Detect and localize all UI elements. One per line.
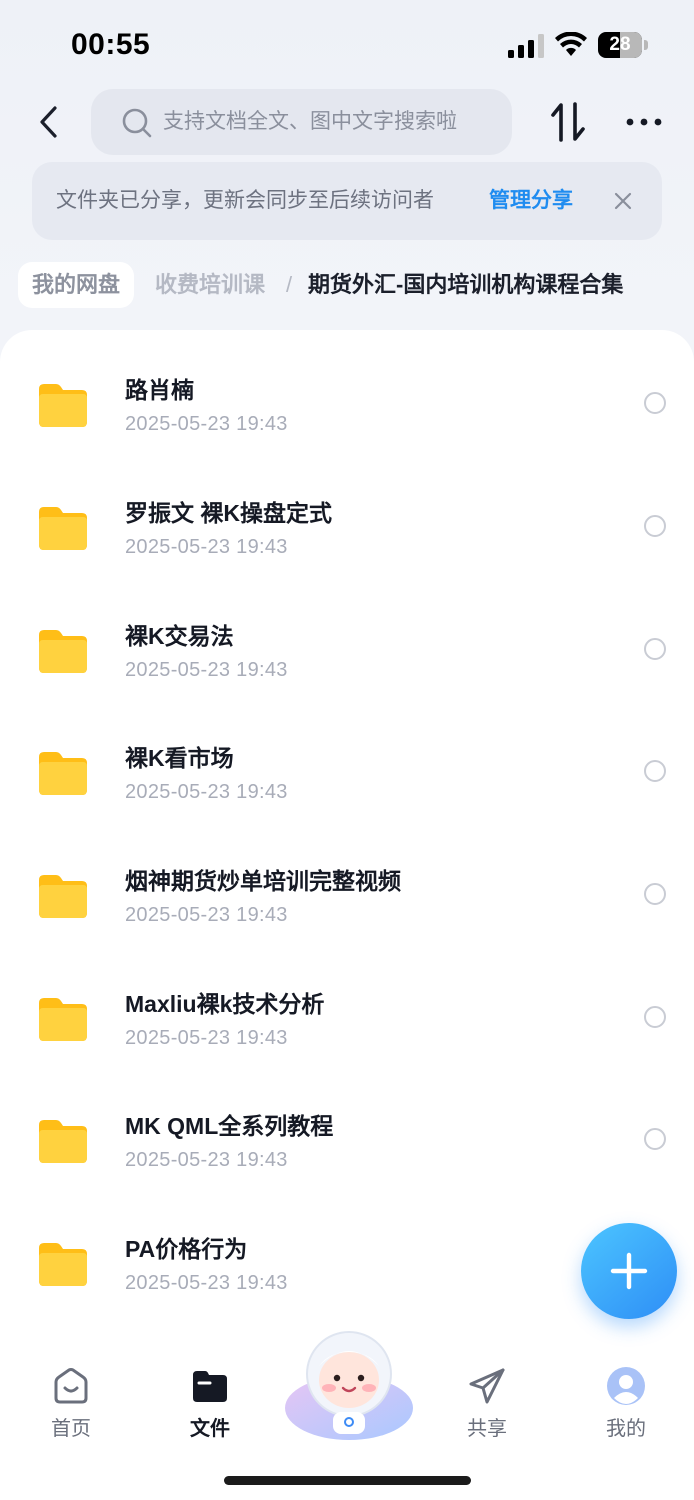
- folder-icon: [39, 998, 87, 1041]
- add-button[interactable]: [581, 1223, 677, 1319]
- folder-icon: [39, 752, 87, 795]
- tab-home[interactable]: 首页: [21, 1360, 121, 1450]
- list-item[interactable]: Maxliu裸k技术分析 2025-05-23 19:43: [0, 944, 694, 1067]
- folder-icon: [39, 1243, 87, 1286]
- item-date: 2025-05-23 19:43: [125, 536, 288, 558]
- cellular-signal-icon: [508, 34, 544, 58]
- home-indicator: [224, 1476, 471, 1485]
- item-date: 2025-05-23 19:43: [125, 904, 288, 926]
- share-banner: 文件夹已分享，更新会同步至后续访问者 管理分享: [32, 162, 662, 240]
- status-time: 00:55: [71, 28, 151, 61]
- breadcrumb-item-current: 期货外汇-国内培训机构课程合集: [308, 272, 624, 297]
- bottom-tab-bar: 首页 文件 共享 我的: [0, 1331, 694, 1500]
- select-checkbox[interactable]: [644, 760, 666, 782]
- item-name: 罗振文 裸K操盘定式: [125, 500, 332, 526]
- sort-icon[interactable]: [548, 100, 590, 144]
- select-checkbox[interactable]: [644, 1128, 666, 1150]
- breadcrumb-separator: /: [286, 272, 293, 297]
- wifi-icon: [555, 32, 587, 56]
- tab-label: 我的: [606, 1418, 646, 1440]
- ai-assistant-mascot-icon[interactable]: [283, 1326, 415, 1442]
- item-name: PA价格行为: [125, 1236, 248, 1262]
- folder-icon: [39, 507, 87, 550]
- breadcrumb: 收费培训课 / 期货外汇-国内培训机构课程合集 我的网盘: [0, 258, 694, 312]
- back-button[interactable]: [30, 100, 70, 144]
- tab-label: 共享: [467, 1418, 507, 1440]
- more-options-icon[interactable]: [622, 108, 666, 136]
- list-item[interactable]: 烟神期货炒单培训完整视频 2025-05-23 19:43: [0, 821, 694, 944]
- search-placeholder: 支持文档全文、图中文字搜索啦: [163, 110, 457, 133]
- select-checkbox[interactable]: [644, 515, 666, 537]
- list-item[interactable]: 裸K交易法 2025-05-23 19:43: [0, 576, 694, 699]
- close-icon[interactable]: [610, 188, 636, 214]
- folder-icon: [193, 1371, 227, 1402]
- select-checkbox[interactable]: [644, 883, 666, 905]
- status-bar: 00:55 28: [0, 0, 694, 90]
- avatar-icon: [607, 1367, 645, 1405]
- tab-label: 首页: [51, 1418, 91, 1440]
- select-checkbox[interactable]: [644, 392, 666, 414]
- battery-level: 28: [609, 34, 631, 55]
- item-name: 裸K交易法: [125, 623, 234, 649]
- item-date: 2025-05-23 19:43: [125, 1272, 288, 1294]
- tab-share[interactable]: 共享: [437, 1360, 537, 1450]
- list-item[interactable]: 罗振文 裸K操盘定式 2025-05-23 19:43: [0, 453, 694, 576]
- item-date: 2025-05-23 19:43: [125, 1149, 288, 1171]
- search-icon: [122, 108, 152, 138]
- item-name: 路肖楠: [125, 377, 194, 403]
- item-date: 2025-05-23 19:43: [125, 1027, 288, 1049]
- file-list: 路肖楠 2025-05-23 19:43 罗振文 裸K操盘定式 2025-05-…: [0, 330, 694, 1360]
- item-name: 裸K看市场: [125, 745, 234, 771]
- manage-share-link[interactable]: 管理分享: [489, 162, 573, 240]
- folder-icon: [39, 384, 87, 427]
- list-item[interactable]: 裸K看市场 2025-05-23 19:43: [0, 698, 694, 821]
- tab-files[interactable]: 文件: [160, 1360, 260, 1450]
- tab-label: 文件: [190, 1418, 230, 1440]
- share-banner-text: 文件夹已分享，更新会同步至后续访问者: [56, 189, 434, 212]
- select-checkbox[interactable]: [644, 638, 666, 660]
- folder-icon: [39, 1120, 87, 1163]
- item-date: 2025-05-23 19:43: [125, 659, 288, 681]
- plus-icon: [610, 1252, 648, 1290]
- item-name: Maxliu裸k技术分析: [125, 991, 325, 1017]
- battery-icon: 28: [598, 32, 648, 58]
- list-item[interactable]: MK QML全系列教程 2025-05-23 19:43: [0, 1066, 694, 1189]
- home-icon: [54, 1368, 88, 1404]
- item-name: 烟神期货炒单培训完整视频: [125, 868, 401, 894]
- folder-icon: [39, 630, 87, 673]
- item-date: 2025-05-23 19:43: [125, 413, 288, 435]
- tab-me[interactable]: 我的: [576, 1360, 676, 1450]
- select-checkbox[interactable]: [644, 1006, 666, 1028]
- send-icon: [469, 1368, 505, 1404]
- search-input[interactable]: 支持文档全文、图中文字搜索啦: [91, 89, 512, 155]
- item-date: 2025-05-23 19:43: [125, 781, 288, 803]
- breadcrumb-item-root[interactable]: 我的网盘: [18, 262, 135, 308]
- breadcrumb-item-parent[interactable]: 收费培训课: [155, 262, 265, 308]
- item-name: MK QML全系列教程: [125, 1113, 334, 1139]
- list-item[interactable]: 路肖楠 2025-05-23 19:43: [0, 330, 694, 453]
- folder-icon: [39, 875, 87, 918]
